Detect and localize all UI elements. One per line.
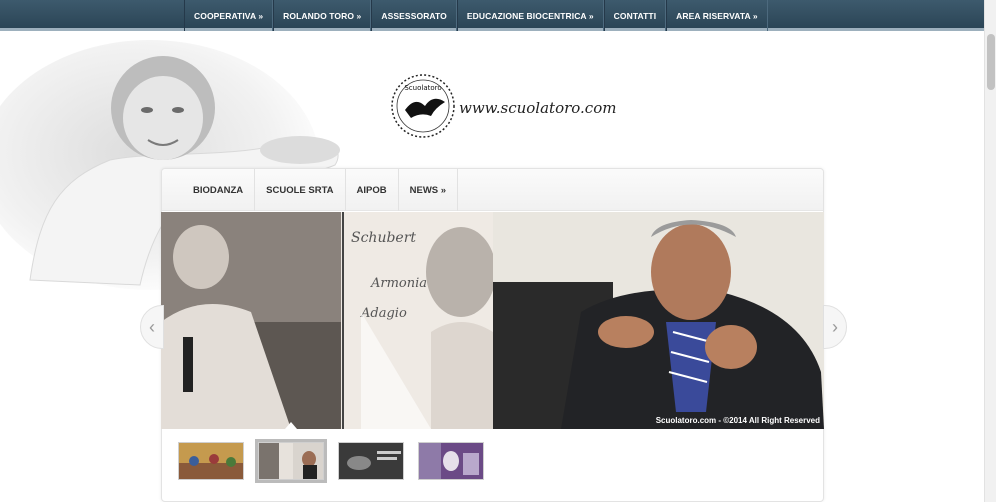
scrollbar-thumb[interactable] bbox=[987, 34, 995, 90]
menu-item-educazione-biocentrica[interactable]: EDUCAZIONE BIOCENTRICA » bbox=[456, 0, 604, 31]
slider-prev-button[interactable]: ‹ bbox=[140, 305, 164, 349]
slider-next-button[interactable]: › bbox=[823, 305, 847, 349]
sub-navigation: BIODANZA SCUOLE SRTA AIPOB NEWS » bbox=[162, 169, 823, 211]
menu-item-cooperativa[interactable]: COOPERATIVA » bbox=[184, 0, 274, 31]
site-logo[interactable]: Scuolatoro bbox=[389, 72, 457, 145]
subnav-item-news[interactable]: NEWS » bbox=[399, 169, 459, 211]
slide-caption: Scuolatoro.com - ©2014 All Right Reserve… bbox=[655, 416, 820, 425]
menu-item-rolando-toro[interactable]: ROLANDO TORO » bbox=[273, 0, 372, 31]
slider-thumbnail-1[interactable] bbox=[178, 442, 244, 480]
menu-item-contatti[interactable]: CONTATTI bbox=[603, 0, 667, 31]
svg-text:Armonia: Armonia bbox=[370, 276, 427, 291]
subnav-item-scuole-srta[interactable]: SCUOLE SRTA bbox=[255, 169, 346, 211]
chevron-left-icon: ‹ bbox=[149, 316, 155, 337]
slider-thumbnail-2[interactable] bbox=[258, 442, 324, 480]
active-slide-indicator bbox=[285, 422, 297, 429]
slider-thumbnails bbox=[178, 442, 484, 480]
slider-image[interactable]: Schubert Armonia Adagio Scuolatoro.com -… bbox=[161, 212, 824, 429]
subnav-item-aipob[interactable]: AIPOB bbox=[346, 169, 399, 211]
subnav-item-biodanza[interactable]: BIODANZA bbox=[182, 169, 256, 211]
logo-text: Scuolatoro bbox=[404, 84, 441, 92]
svg-text:Adagio: Adagio bbox=[360, 306, 407, 321]
menu-item-area-riservata[interactable]: AREA RISERVATA » bbox=[666, 0, 768, 31]
top-navigation: COOPERATIVA » ROLANDO TORO » ASSESSORATO… bbox=[0, 0, 984, 31]
top-menu: COOPERATIVA » ROLANDO TORO » ASSESSORATO… bbox=[184, 0, 768, 31]
site-url[interactable]: www.scuolatoro.com bbox=[459, 99, 616, 117]
svg-text:Schubert: Schubert bbox=[351, 230, 416, 246]
vertical-scrollbar[interactable] bbox=[984, 0, 996, 502]
chevron-right-icon: › bbox=[832, 316, 838, 337]
slider-thumbnail-3[interactable] bbox=[338, 442, 404, 480]
slider-thumbnail-4[interactable] bbox=[418, 442, 484, 480]
menu-item-assessorato[interactable]: ASSESSORATO bbox=[371, 0, 457, 31]
